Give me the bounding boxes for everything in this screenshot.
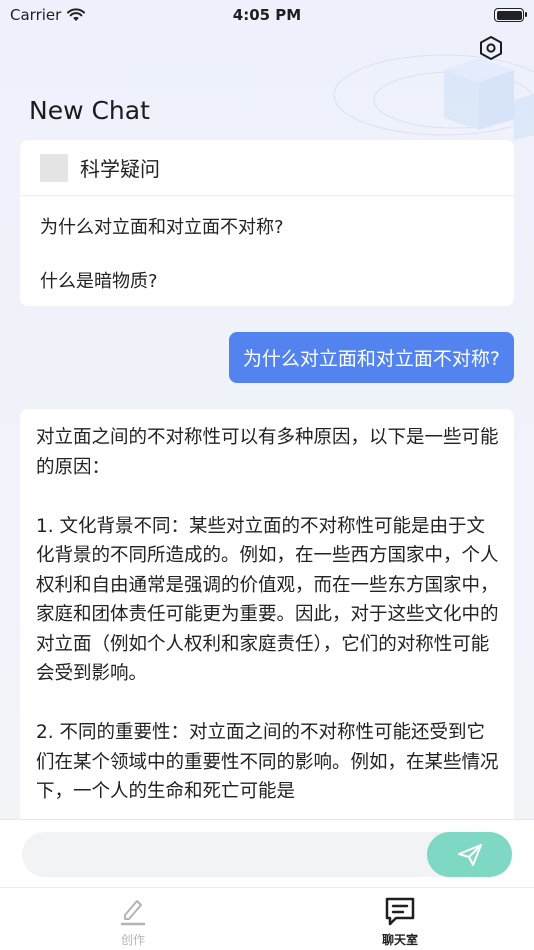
tab-create[interactable]: 创作: [93, 895, 173, 948]
pencil-icon: [120, 900, 146, 926]
tab-bar-divider: [0, 887, 534, 888]
assistant-message-text: 对立面之间的不对称性可以有多种原因，以下是一些可能的原因： 1. 文化背景不同：…: [36, 427, 499, 802]
battery-icon: [494, 8, 527, 22]
chat-bubble-icon: [385, 897, 415, 926]
suggestion-item-2[interactable]: 什么是暗物质?: [40, 267, 158, 293]
wifi-icon: [67, 8, 86, 21]
suggestion-category-title: 科学疑问: [80, 157, 160, 181]
status-bar: Carrier 4:05 PM: [0, 0, 534, 30]
assistant-message-card: 对立面之间的不对称性可以有多种原因，以下是一些可能的原因： 1. 文化背景不同：…: [20, 409, 514, 829]
settings-hexagon-icon: [480, 36, 502, 60]
settings-button[interactable]: [478, 35, 504, 61]
tab-chat-room[interactable]: 聊天室: [360, 895, 440, 948]
status-left: Carrier: [10, 6, 86, 24]
page-title: New Chat: [29, 96, 150, 125]
suggestion-card: 科学疑问 为什么对立面和对立面不对称? 什么是暗物质?: [20, 140, 514, 306]
paper-plane-icon: [457, 843, 482, 866]
suggestion-header: 科学疑问: [20, 140, 514, 196]
send-button[interactable]: [427, 832, 512, 877]
user-message-bubble: 为什么对立面和对立面不对称?: [228, 332, 514, 383]
category-image-placeholder: [40, 153, 68, 182]
suggestion-item-1[interactable]: 为什么对立面和对立面不对称?: [40, 213, 284, 239]
bottom-panel: 创作 聊天室: [0, 819, 534, 950]
carrier-label: Carrier: [10, 6, 62, 24]
tab-create-label: 创作: [120, 933, 145, 947]
tab-chat-room-label: 聊天室: [381, 933, 418, 947]
